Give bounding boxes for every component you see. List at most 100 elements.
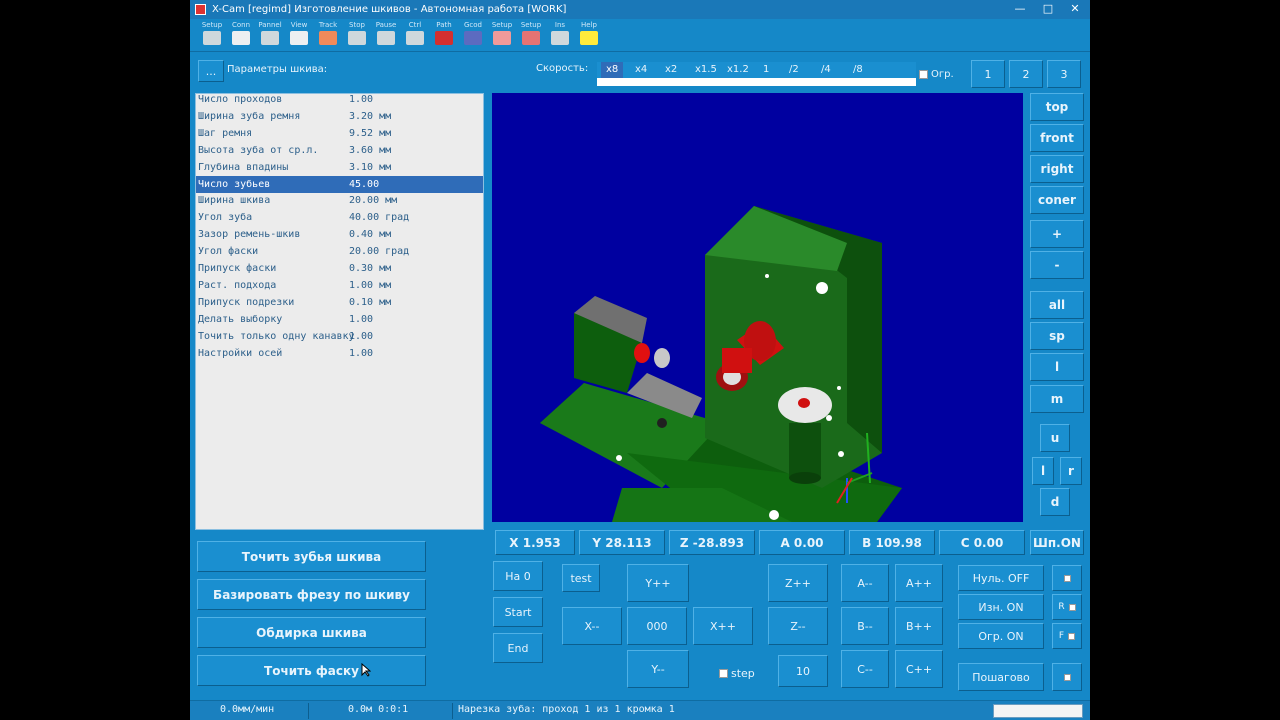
jog-y-plus-button[interactable]: Y++ [627, 564, 689, 602]
param-row[interactable]: Припуск фаски 0.30 мм [196, 260, 483, 277]
go-home-button[interactable]: На 0 [493, 561, 543, 591]
jog-zero-button[interactable]: 000 [627, 607, 687, 645]
view-button-d[interactable]: d [1040, 488, 1070, 516]
toolbar-stop-button[interactable]: Stop [343, 21, 371, 51]
speed-limit-checkbox[interactable] [919, 70, 928, 79]
jog-z-minus-button[interactable]: Z-- [768, 607, 828, 645]
start-button[interactable]: Start [493, 597, 543, 627]
null-toggle-button[interactable]: Нуль. OFF [958, 565, 1044, 591]
jog-b-minus-button[interactable]: B-- [841, 607, 889, 645]
view-button-m[interactable]: m [1030, 385, 1084, 413]
view-button-l[interactable]: l [1030, 353, 1084, 381]
param-row[interactable]: Раст. подхода 1.00 мм [196, 277, 483, 294]
jog-x-minus-button[interactable]: X-- [562, 607, 622, 645]
param-row[interactable]: Высота зуба от ср.л. 3.60 мм [196, 142, 483, 159]
param-row[interactable]: Ширина шкива 20.00 мм [196, 192, 483, 209]
view-button-sp[interactable]: sp [1030, 322, 1084, 350]
view-button-coner[interactable]: coner [1030, 186, 1084, 214]
preset-button-2[interactable]: 2 [1009, 60, 1043, 88]
connect-icon [232, 31, 250, 45]
param-row[interactable]: Глубина впадины 3.10 мм [196, 159, 483, 176]
view-button-right[interactable]: right [1030, 155, 1084, 183]
toolbar-pannel-button[interactable]: Pannel [256, 21, 284, 51]
jog-c-plus-button[interactable]: C++ [895, 650, 943, 688]
toolbar-help-button[interactable]: Help [575, 21, 603, 51]
param-row[interactable]: Угол зуба 40.00 град [196, 209, 483, 226]
speed-option[interactable]: x4 [635, 62, 647, 78]
speed-option[interactable]: x1.2 [727, 62, 749, 78]
window-title: X-Cam [regimd] Изготовление шкивов - Авт… [212, 4, 567, 15]
params-menu-button[interactable]: ... [198, 60, 224, 82]
view-button-u[interactable]: u [1040, 424, 1070, 452]
cut-teeth-button[interactable]: Точить зубья шкива [197, 541, 426, 572]
toolbar-view-button[interactable]: View [285, 21, 313, 51]
machine-model-render [540, 206, 902, 522]
cut-chamfer-button[interactable]: Точить фаску [197, 655, 426, 686]
jog-b-plus-button[interactable]: B++ [895, 607, 943, 645]
wear-toggle-button[interactable]: Изн. ON [958, 594, 1044, 620]
rough-pulley-button[interactable]: Обдирка шкива [197, 617, 426, 648]
maximize-button[interactable]: □ [1040, 2, 1056, 16]
jog-z-plus-button[interactable]: Z++ [768, 564, 828, 602]
toolbar-setup-button[interactable]: Setup [517, 21, 545, 51]
spindle-toggle[interactable]: Шп.ON [1030, 530, 1084, 555]
speed-option[interactable]: x2 [665, 62, 677, 78]
toolbar-gcod-button[interactable]: Gcod [459, 21, 487, 51]
view-button-top[interactable]: top [1030, 93, 1084, 121]
base-cutter-button[interactable]: Базировать фрезу по шкиву [197, 579, 426, 610]
toolbar-pause-button[interactable]: Pause [372, 21, 400, 51]
param-row[interactable]: Припуск подрезки 0.10 мм [196, 294, 483, 311]
param-row[interactable]: Делать выборку 1.00 [196, 311, 483, 328]
toolbar-setup-button[interactable]: Setup [488, 21, 516, 51]
view-button-zoom-out[interactable]: - [1030, 251, 1084, 279]
toolbar-conn-button[interactable]: Conn [227, 21, 255, 51]
param-row[interactable]: Шаг ремня 9.52 мм [196, 125, 483, 142]
r-indicator[interactable]: R [1052, 594, 1082, 620]
limit-toggle-button[interactable]: Огр. ON [958, 623, 1044, 649]
toolbar-ctrl-button[interactable]: Ctrl [401, 21, 429, 51]
param-row[interactable]: Угол фаски 20.00 град [196, 243, 483, 260]
speed-option[interactable]: /2 [789, 62, 799, 78]
view-button-front[interactable]: front [1030, 124, 1084, 152]
param-row[interactable]: Настройки осей 1.00 [196, 345, 483, 362]
speed-option[interactable]: x8 [601, 62, 624, 78]
preset-button-1[interactable]: 1 [971, 60, 1005, 88]
speed-selector[interactable]: x8 x4 x2 x1.5 x1.2 1/2/4/8 [597, 62, 916, 86]
test-button[interactable]: test [562, 564, 600, 592]
param-row[interactable]: Ширина зуба ремня 3.20 мм [196, 108, 483, 125]
stepwise-button[interactable]: Пошагово [958, 663, 1044, 691]
jog-a-plus-button[interactable]: A++ [895, 564, 943, 602]
param-row[interactable]: Число проходов 1.00 [196, 94, 483, 108]
view-button-l[interactable]: l [1032, 457, 1054, 485]
null-indicator[interactable] [1052, 565, 1082, 591]
param-row[interactable]: Число зубьев 45.00 [196, 175, 483, 193]
toolbar-track-button[interactable]: Track [314, 21, 342, 51]
end-button[interactable]: End [493, 633, 543, 663]
speed-option[interactable]: 1 [763, 62, 769, 78]
view-button-zoom-in[interactable]: + [1030, 220, 1084, 248]
speed-option[interactable]: x1.5 [695, 62, 717, 78]
minimize-button[interactable]: — [1012, 2, 1028, 16]
toolbar-path-button[interactable]: Path [430, 21, 458, 51]
step-checkbox[interactable] [719, 669, 728, 678]
toolbar-ins-button[interactable]: Ins [546, 21, 574, 51]
close-button[interactable]: ✕ [1067, 2, 1083, 16]
preset-button-3[interactable]: 3 [1047, 60, 1081, 88]
jog-x-plus-button[interactable]: X++ [693, 607, 753, 645]
parameter-list[interactable]: Число проходов 1.00 Ширина зуба ремня 3.20 … [195, 93, 484, 530]
toolbar-setup-button[interactable]: Setup [198, 21, 226, 51]
param-name: Ширина зуба ремня [198, 110, 301, 122]
speed-option[interactable]: /8 [853, 62, 863, 78]
view-button-all[interactable]: all [1030, 291, 1084, 319]
f-indicator[interactable]: F [1052, 623, 1082, 649]
param-row[interactable]: Точить только одну канавку 1.00 [196, 328, 483, 345]
3d-viewport[interactable] [492, 93, 1023, 522]
jog-a-minus-button[interactable]: A-- [841, 564, 889, 602]
jog-y-minus-button[interactable]: Y-- [627, 650, 689, 688]
jog-c-minus-button[interactable]: C-- [841, 650, 889, 688]
view-button-r[interactable]: r [1060, 457, 1082, 485]
param-row[interactable]: Зазор ремень-шкив 0.40 мм [196, 226, 483, 243]
speed-option[interactable]: /4 [821, 62, 831, 78]
step-value-field[interactable]: 10 [778, 655, 828, 687]
stepwise-indicator[interactable] [1052, 663, 1082, 691]
